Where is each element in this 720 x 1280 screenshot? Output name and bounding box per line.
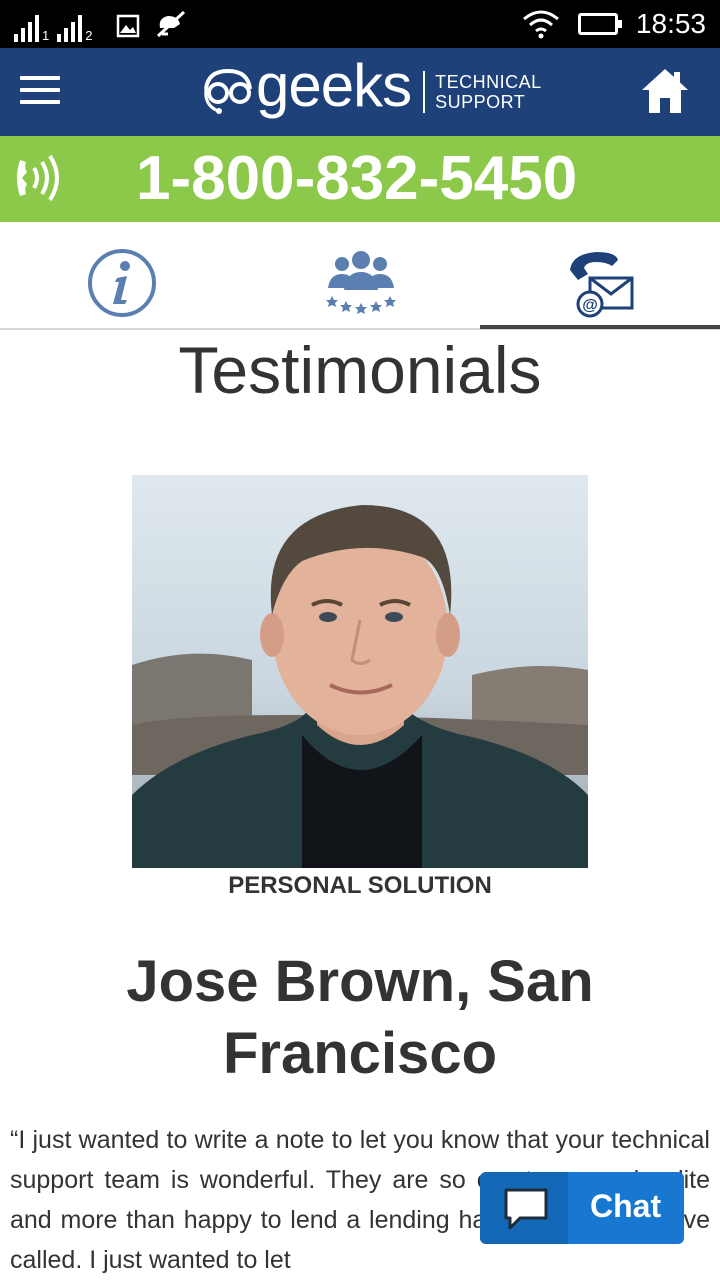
tab-info[interactable] bbox=[0, 222, 240, 328]
chat-button[interactable]: Chat bbox=[480, 1172, 684, 1244]
tab-testimonials[interactable] bbox=[240, 222, 480, 328]
info-icon bbox=[88, 249, 156, 317]
page-title: Testimonials bbox=[178, 333, 542, 407]
phone-banner[interactable]: 1-800-832-5450 bbox=[0, 136, 720, 222]
phone-email-icon: @ bbox=[570, 252, 634, 318]
logo-wordmark: geeks bbox=[256, 52, 412, 119]
signal-icon bbox=[14, 14, 39, 42]
chat-label: Chat bbox=[590, 1188, 662, 1224]
battery-icon bbox=[577, 13, 622, 35]
team-stars-icon bbox=[326, 251, 396, 314]
top-header: geeks TECHNICAL SUPPORT bbox=[0, 48, 720, 136]
testimonial-author: Jose Brown, San Francisco bbox=[126, 949, 594, 1086]
active-tab-indicator bbox=[480, 325, 720, 329]
hamburger-icon[interactable] bbox=[20, 76, 60, 108]
signal-icon bbox=[57, 14, 83, 42]
phone-ring-icon bbox=[17, 154, 59, 202]
testimonial-caption: PERSONAL SOLUTION bbox=[228, 872, 492, 899]
status-bar: 1 2 18:53 bbox=[0, 0, 720, 48]
logo-subtitle-line2: SUPPORT bbox=[435, 92, 526, 112]
chat-icon-container bbox=[480, 1172, 568, 1244]
tab-contact[interactable]: @ bbox=[480, 222, 720, 328]
home-icon[interactable] bbox=[640, 66, 690, 116]
sim1-label: 1 bbox=[42, 28, 50, 43]
sim2-label: 2 bbox=[85, 28, 93, 43]
headset-icon bbox=[204, 68, 252, 114]
svg-text:@: @ bbox=[582, 297, 598, 314]
logo-subtitle-line1: TECHNICAL bbox=[435, 72, 542, 92]
phone-number-link[interactable]: 1-800-832-5450 bbox=[136, 144, 577, 214]
section-tabs: @ bbox=[0, 222, 720, 330]
mute-icon bbox=[157, 10, 186, 38]
logo-subtitle: TECHNICAL SUPPORT bbox=[435, 72, 542, 112]
logo-divider bbox=[423, 71, 426, 113]
image-icon bbox=[117, 14, 140, 38]
status-time: 18:53 bbox=[635, 8, 706, 39]
chat-bubble-icon bbox=[504, 1188, 548, 1230]
wifi-icon bbox=[522, 10, 559, 39]
testimonial-photo bbox=[132, 475, 588, 868]
geeks-logo[interactable]: geeks TECHNICAL SUPPORT bbox=[198, 54, 542, 130]
